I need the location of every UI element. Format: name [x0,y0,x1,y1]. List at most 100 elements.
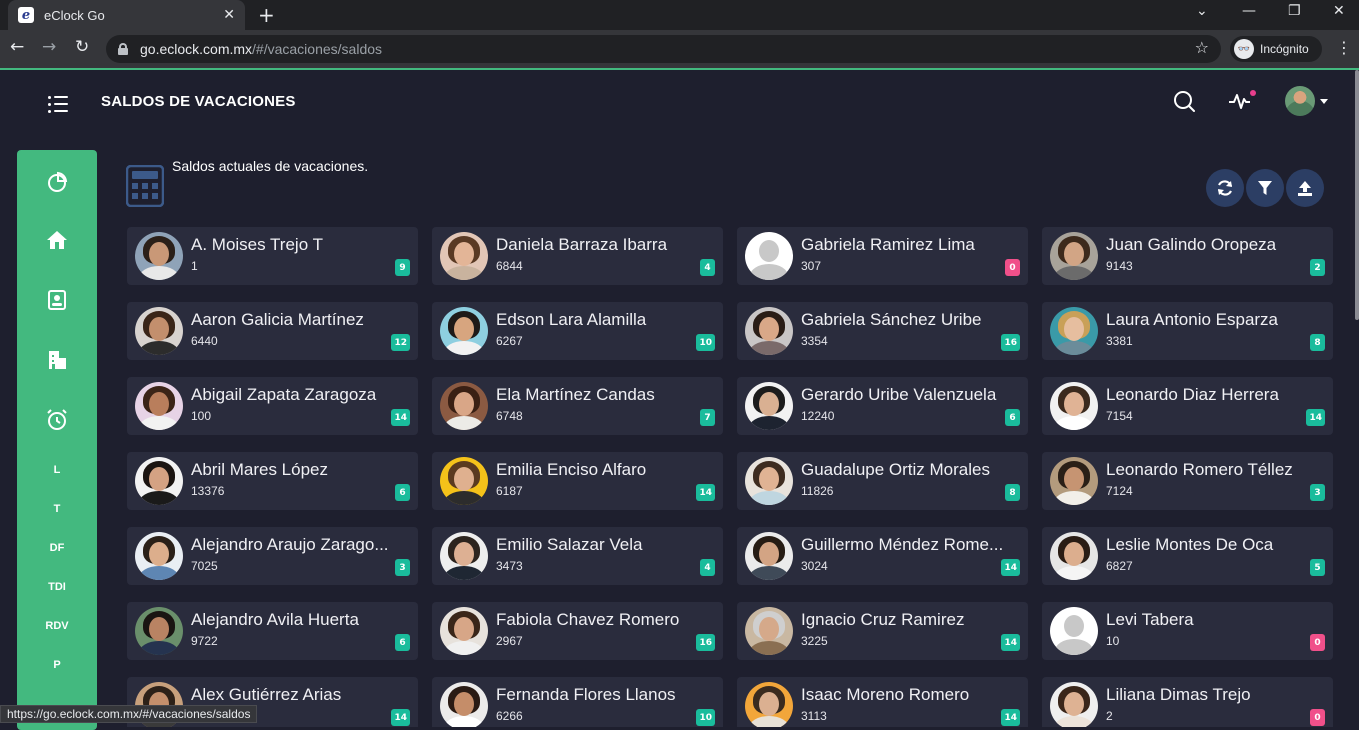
home-icon[interactable] [45,228,69,252]
forward-arrow-icon[interactable]: → [42,37,56,57]
page-scrollbar[interactable] [1355,70,1359,320]
employee-name: Emilio Salazar Vela [496,535,643,554]
employee-avatar [440,532,488,580]
employee-card[interactable]: Gabriela Sánchez Uribe 3354 16 [737,302,1028,360]
address-bar[interactable]: go.eclock.com.mx/#/vacaciones/saldos ☆ [106,35,1221,63]
new-tab-button[interactable]: + [258,3,275,27]
url-path: /#/vacaciones/saldos [252,41,383,57]
filter-button[interactable] [1246,169,1284,207]
employee-name: Laura Antonio Esparza [1106,310,1279,329]
user-avatar[interactable] [1285,86,1315,116]
employee-card[interactable]: Abigail Zapata Zaragoza 100 14 [127,377,418,435]
employee-card[interactable]: Abril Mares López 13376 6 [127,452,418,510]
employee-card[interactable]: Ignacio Cruz Ramirez 3225 14 [737,602,1028,660]
employee-card[interactable]: Leslie Montes De Oca 6827 5 [1042,527,1333,585]
employee-card[interactable]: Liliana Dimas Trejo 2 0 [1042,677,1333,727]
chart-pie-icon[interactable] [45,170,69,194]
employee-card[interactable]: Daniela Barraza Ibarra 6844 4 [432,227,723,285]
notification-dot [1250,90,1256,96]
employee-card[interactable]: Fabiola Chavez Romero 2967 16 [432,602,723,660]
url-host: go.eclock.com.mx [140,41,253,57]
bookmark-star-icon[interactable]: ☆ [1195,38,1209,57]
vacation-days-badge: 0 [1310,634,1325,651]
employee-name: Fernanda Flores Llanos [496,685,676,704]
employee-card[interactable]: Juan Galindo Oropeza 9143 2 [1042,227,1333,285]
employee-card[interactable]: Alejandro Avila Huerta 9722 6 [127,602,418,660]
employee-card[interactable]: Isaac Moreno Romero 3113 14 [737,677,1028,727]
employee-card[interactable]: Guadalupe Ortiz Morales 11826 8 [737,452,1028,510]
employee-avatar [1050,532,1098,580]
incognito-icon: 👓 [1234,39,1254,59]
sidebar-item-tdi[interactable]: TDI [17,581,97,593]
chevron-down-icon[interactable] [1320,99,1328,104]
employee-card[interactable]: Leonardo Romero Téllez 7124 3 [1042,452,1333,510]
vacation-days-badge: 8 [1310,334,1325,351]
close-tab-icon[interactable]: ✕ [223,7,235,23]
close-window-icon[interactable]: ✕ [1333,3,1345,19]
browser-menu-icon[interactable]: ⋮ [1336,38,1352,57]
browser-toolbar: ← → ↻ go.eclock.com.mx/#/vacaciones/sald… [0,30,1359,68]
eclock-favicon-icon: e [18,7,34,23]
sidebar-item-p[interactable]: P [17,659,97,671]
browser-tab[interactable]: e eClock Go ✕ [8,0,245,30]
employee-avatar [135,232,183,280]
tab-title: eClock Go [44,7,105,23]
search-icon[interactable] [1173,90,1195,112]
employee-avatar [1050,682,1098,727]
sidebar-item-rdv[interactable]: RDV [17,620,97,632]
employee-number: 6187 [496,484,523,498]
employee-card[interactable]: Edson Lara Alamilla 6267 10 [432,302,723,360]
incognito-label: Incógnito [1260,42,1309,56]
employee-number: 3225 [801,634,828,648]
employee-card[interactable]: Gabriela Ramirez Lima 307 0 [737,227,1028,285]
employee-name: Guadalupe Ortiz Morales [801,460,990,479]
employee-number: 307 [801,259,822,273]
employee-name: Alejandro Avila Huerta [191,610,359,629]
alarm-clock-icon[interactable] [45,408,69,432]
building-icon[interactable] [45,348,69,372]
employee-card[interactable]: Laura Antonio Esparza 3381 8 [1042,302,1333,360]
vacation-days-badge: 12 [391,334,410,351]
employee-number: 12240 [801,409,835,423]
employee-avatar [1050,307,1098,355]
employee-avatar [745,382,793,430]
contact-card-icon[interactable] [45,288,69,312]
minimize-icon[interactable]: — [1242,3,1256,19]
browser-tab-strip: e eClock Go ✕ + ⌄ — ❐ ✕ [0,0,1359,30]
sidebar-item-l[interactable]: L [17,464,97,476]
vacation-days-badge: 6 [395,634,410,651]
vacation-days-badge: 14 [696,484,715,501]
sidebar-item-df[interactable]: DF [17,542,97,554]
menu-toggle-icon[interactable] [48,94,70,114]
restore-icon[interactable]: ❐ [1288,3,1301,19]
back-arrow-icon[interactable]: ← [10,37,24,57]
sidebar-item-t[interactable]: T [17,503,97,515]
chevron-down-icon[interactable]: ⌄ [1196,3,1208,19]
activity-icon[interactable] [1228,90,1256,112]
employee-number: 11826 [801,484,834,498]
employee-card[interactable]: Aaron Galicia Martínez 6440 12 [127,302,418,360]
employee-name: Ignacio Cruz Ramirez [801,610,965,629]
reload-icon[interactable]: ↻ [75,37,89,57]
employee-card[interactable]: Leonardo Diaz Herrera 7154 14 [1042,377,1333,435]
employee-avatar [440,457,488,505]
employee-avatar [745,607,793,655]
employee-card[interactable]: Alejandro Araujo Zarago... 7025 3 [127,527,418,585]
employee-card[interactable]: Fernanda Flores Llanos 6266 10 [432,677,723,727]
employee-card[interactable]: Guillermo Méndez Rome... 3024 14 [737,527,1028,585]
employee-card[interactable]: Ela Martínez Candas 6748 7 [432,377,723,435]
employee-card[interactable]: Emilia Enciso Alfaro 6187 14 [432,452,723,510]
incognito-indicator[interactable]: 👓 Incógnito [1230,36,1322,62]
employee-card[interactable]: Levi Tabera 10 0 [1042,602,1333,660]
employee-card[interactable]: Gerardo Uribe Valenzuela 12240 6 [737,377,1028,435]
employee-card[interactable]: Emilio Salazar Vela 3473 4 [432,527,723,585]
employee-number: 3024 [801,559,828,573]
employee-number: 10 [1106,634,1120,648]
employee-card[interactable]: A. Moises Trejo T 1 9 [127,227,418,285]
refresh-button[interactable] [1206,169,1244,207]
employee-name: Gabriela Ramirez Lima [801,235,975,254]
upload-button[interactable] [1286,169,1324,207]
employee-number: 7025 [191,559,218,573]
vacation-days-badge: 8 [1005,484,1020,501]
employee-name: Abigail Zapata Zaragoza [191,385,377,404]
